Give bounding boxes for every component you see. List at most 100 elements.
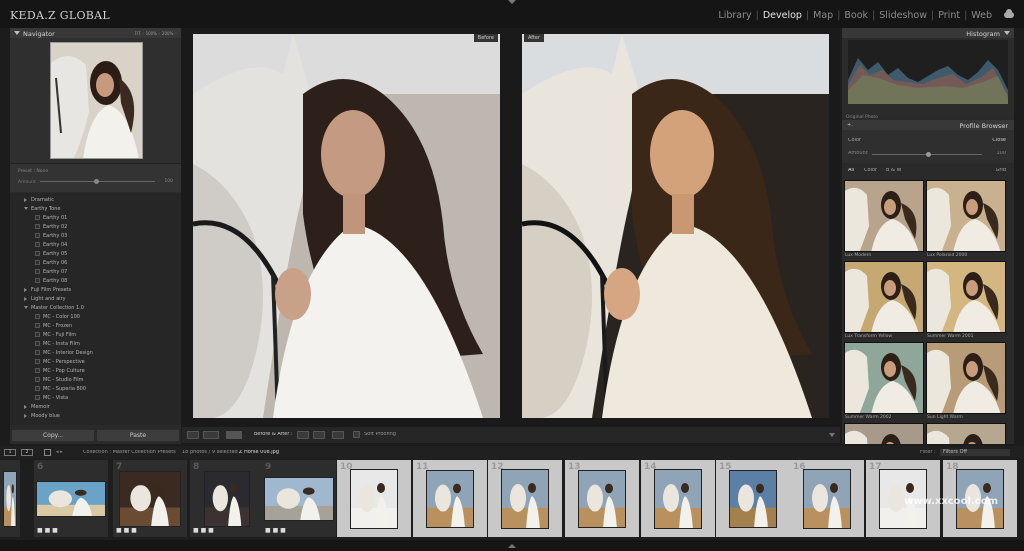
nav-arrows-icon[interactable]: ◂ ▸	[56, 450, 63, 455]
copy-before-to-after-icon[interactable]	[297, 431, 309, 439]
filmstrip-thumbnail[interactable]	[264, 477, 334, 521]
filmstrip-thumbnail[interactable]	[36, 481, 106, 517]
filmstrip-thumbnail[interactable]	[654, 469, 702, 529]
soft-proofing-checkbox[interactable]	[353, 431, 360, 438]
collapse-top-arrow-icon[interactable]	[508, 0, 516, 4]
preset-item[interactable]: MC - Fuji Film	[10, 330, 181, 339]
preset-item[interactable]: Earthy 05	[10, 249, 181, 258]
filmstrip-cell[interactable]: 12	[488, 460, 562, 537]
preset-item[interactable]: MC - Perspective	[10, 357, 181, 366]
histogram-header[interactable]: Histogram	[842, 28, 1014, 38]
cloud-sync-icon[interactable]	[1004, 9, 1014, 18]
preset-folder[interactable]: Light and airy	[10, 294, 181, 303]
preset-item[interactable]: Earthy 08	[10, 276, 181, 285]
tab-all[interactable]: All	[848, 168, 854, 173]
toolbar-menu-icon[interactable]	[829, 433, 835, 437]
collapsed-triangle-icon[interactable]	[24, 414, 27, 418]
preset-item[interactable]: Earthy 06	[10, 258, 181, 267]
module-web[interactable]: Web	[971, 10, 992, 21]
filmstrip-thumbnail[interactable]	[426, 470, 474, 528]
filmstrip-cell[interactable]: 14	[641, 460, 715, 537]
copy-button[interactable]: Copy...	[12, 430, 94, 441]
profile-thumbnail[interactable]	[926, 423, 1006, 444]
preset-folder[interactable]: Earthy Tone	[10, 204, 181, 213]
tab-color[interactable]: Color	[864, 168, 877, 173]
preset-item[interactable]: Earthy 01	[10, 213, 181, 222]
filmstrip-thumbnail[interactable]	[501, 469, 549, 529]
amount-value[interactable]: 100	[164, 179, 173, 184]
module-slideshow[interactable]: Slideshow	[879, 10, 927, 21]
before-after-view-icon[interactable]	[203, 431, 219, 439]
module-library[interactable]: Library	[718, 10, 751, 21]
module-print[interactable]: Print	[938, 10, 960, 21]
before-after-left-right-icon[interactable]	[226, 431, 242, 439]
filmstrip-thumbnail[interactable]	[578, 470, 626, 528]
preset-folder[interactable]: Master Collection 1.0	[10, 303, 181, 312]
filmstrip-thumbnail[interactable]	[204, 471, 250, 527]
paste-button[interactable]: Paste	[97, 430, 179, 441]
histogram-graph[interactable]	[848, 40, 1008, 104]
filmstrip-cell[interactable]: 6 ■ ■ ■	[34, 460, 108, 537]
profile-amount-knob[interactable]	[926, 152, 931, 157]
collapsed-triangle-icon[interactable]	[24, 405, 27, 409]
collection-path[interactable]: Collection : Master Collection Presets	[83, 450, 176, 455]
after-image[interactable]: After	[522, 34, 829, 418]
filmstrip-cell[interactable]: 8 ■ ■ ■	[190, 460, 264, 537]
filmstrip-thumbnail[interactable]	[729, 470, 777, 528]
filmstrip-cell[interactable]: 9 ■ ■ ■	[262, 460, 336, 537]
filmstrip-cell[interactable]: 10	[337, 460, 411, 537]
filmstrip-thumbnail[interactable]	[119, 471, 181, 527]
preset-item[interactable]: MC - Color 100	[10, 312, 181, 321]
filmstrip-cell[interactable]	[0, 460, 20, 537]
back-icon[interactable]: +.	[847, 123, 853, 128]
preset-item[interactable]: Earthy 03	[10, 231, 181, 240]
navigator-preview-image[interactable]	[50, 42, 143, 159]
profile-thumbnail[interactable]: Summer Warm 2001	[926, 261, 1006, 341]
filter-dropdown[interactable]: Filters Off	[940, 449, 1010, 456]
profile-thumbnail[interactable]	[844, 423, 924, 444]
module-book[interactable]: Book	[844, 10, 868, 21]
preset-item[interactable]: MC - Interior Design	[10, 348, 181, 357]
profile-thumbnail[interactable]: Lux Polaroid 2000	[926, 180, 1006, 260]
collapsed-triangle-icon[interactable]	[24, 198, 27, 202]
navigator-zoom-options[interactable]: FIT ◦ 100% ◦ 200% ◦	[135, 31, 177, 36]
swap-before-after-icon[interactable]	[332, 431, 344, 439]
filmstrip-thumbnail[interactable]	[803, 469, 851, 529]
filmstrip-thumbnail[interactable]	[3, 471, 17, 527]
preset-item[interactable]: Earthy 02	[10, 222, 181, 231]
preset-item[interactable]: MC - Pop Culture	[10, 366, 181, 375]
grid-view-toggle[interactable]: Grid	[996, 168, 1007, 173]
expanded-triangle-icon[interactable]	[24, 207, 28, 210]
filmstrip-thumbnail[interactable]	[350, 469, 398, 529]
secondary-window-1-button[interactable]: 1	[4, 449, 16, 456]
preset-item[interactable]: MC - Vista	[10, 393, 181, 402]
preset-item[interactable]: Earthy 04	[10, 240, 181, 249]
profile-thumbnail[interactable]: Sun Light Warm	[926, 342, 1006, 422]
secondary-window-2-button[interactable]: 2	[21, 449, 33, 456]
preset-item[interactable]: MC - Studio Film	[10, 375, 181, 384]
collapsed-triangle-icon[interactable]	[24, 297, 27, 301]
amount-slider-knob[interactable]	[94, 179, 99, 184]
profile-browser-header[interactable]: +. Profile Browser	[842, 120, 1014, 130]
collapsed-triangle-icon[interactable]	[24, 288, 27, 292]
before-image[interactable]: Before	[193, 34, 500, 418]
navigator-header[interactable]: Navigator FIT ◦ 100% ◦ 200% ◦	[10, 28, 181, 38]
module-map[interactable]: Map	[813, 10, 833, 21]
filmstrip-cell[interactable]: 7 ■ ■ ■	[113, 460, 187, 537]
preset-item[interactable]: Earthy 07	[10, 267, 181, 276]
filmstrip-cell[interactable]: 13	[565, 460, 639, 537]
tab-bw[interactable]: B & W	[886, 168, 901, 173]
profile-thumbnail[interactable]: Lux Transform Yellow	[844, 261, 924, 341]
filmstrip-cell[interactable]: 16	[790, 460, 864, 537]
preset-folder[interactable]: Fuji Film Presets	[10, 285, 181, 294]
preset-item[interactable]: MC - Superia 800	[10, 384, 181, 393]
preset-item[interactable]: MC - Insta Film	[10, 339, 181, 348]
profile-thumbnail[interactable]: Lux Modern	[844, 180, 924, 260]
collapse-triangle-icon[interactable]	[14, 31, 20, 35]
collapse-bottom-arrow-icon[interactable]	[508, 544, 516, 548]
close-button[interactable]: Close	[992, 138, 1006, 143]
expanded-triangle-icon[interactable]	[24, 306, 28, 309]
filmstrip-cell[interactable]: 15	[716, 460, 790, 537]
module-develop[interactable]: Develop	[763, 10, 802, 21]
current-file-name[interactable]: Z Horse 008.jpg	[239, 450, 279, 455]
